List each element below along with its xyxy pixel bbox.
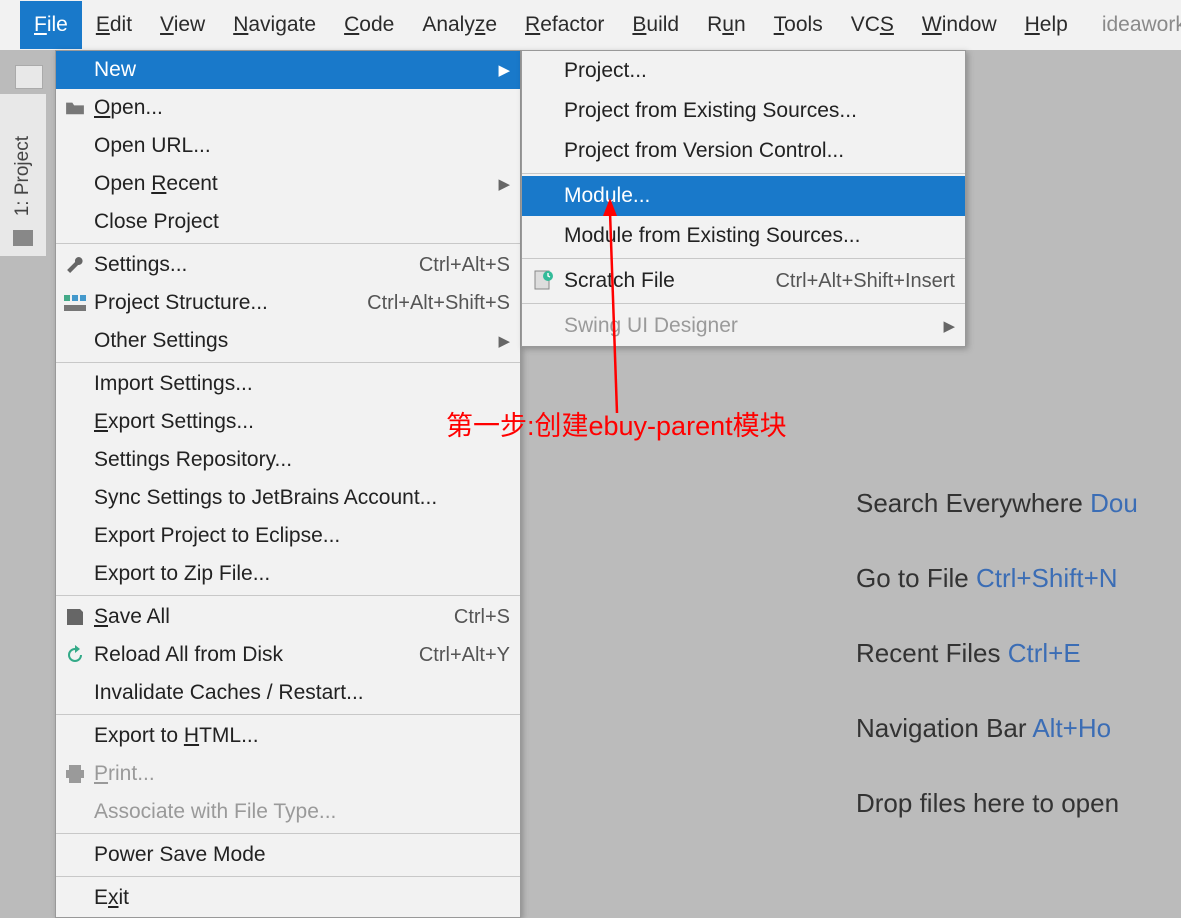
menu-sync-settings[interactable]: Sync Settings to JetBrains Account...: [56, 479, 520, 517]
separator: [56, 362, 520, 363]
menu-print: Print...: [56, 755, 520, 793]
menu-new[interactable]: New▶: [56, 51, 520, 89]
chevron-right-icon: ▶: [498, 61, 510, 79]
separator: [522, 173, 965, 174]
menu-view[interactable]: View: [146, 1, 219, 49]
annotation-text: 第一步:创建ebuy-parent模块: [446, 404, 787, 443]
separator: [56, 876, 520, 877]
submenu-scratch[interactable]: Scratch FileCtrl+Alt+Shift+Insert: [522, 261, 965, 301]
menu-open-recent[interactable]: Open Recent▶: [56, 165, 520, 203]
menu-save-all[interactable]: Save AllCtrl+S: [56, 598, 520, 636]
menu-close-project[interactable]: Close Project: [56, 203, 520, 241]
scratch-file-icon: [532, 270, 554, 292]
folder-open-icon: [64, 100, 86, 116]
tool-window-stripe: 1: Project: [0, 94, 46, 256]
project-structure-icon: [64, 295, 86, 311]
tip-search-everywhere: Search Everywhere Dou: [856, 488, 1138, 519]
menu-export-eclipse[interactable]: Export Project to Eclipse...: [56, 517, 520, 555]
tip-nav-bar: Navigation Bar Alt+Ho: [856, 713, 1138, 744]
menu-import-settings[interactable]: Import Settings...: [56, 365, 520, 403]
chevron-right-icon: ▶: [498, 332, 510, 350]
menu-analyze[interactable]: Analyze: [408, 1, 511, 49]
menu-open[interactable]: Open...: [56, 89, 520, 127]
tip-goto-file: Go to File Ctrl+Shift+N: [856, 563, 1138, 594]
menu-open-url[interactable]: Open URL...: [56, 127, 520, 165]
reload-icon: [65, 645, 85, 665]
menu-edit[interactable]: Edit: [82, 1, 146, 49]
menu-power-save[interactable]: Power Save Mode: [56, 836, 520, 874]
menu-exit[interactable]: Exit: [56, 879, 520, 917]
separator: [56, 243, 520, 244]
menu-build[interactable]: Build: [618, 1, 693, 49]
menu-window[interactable]: Window: [908, 1, 1011, 49]
project-name: ideawork: [1102, 13, 1181, 37]
submenu-project-vcs[interactable]: Project from Version Control...: [522, 131, 965, 171]
separator: [522, 258, 965, 259]
chevron-right-icon: ▶: [943, 317, 955, 335]
welcome-tips: Search Everywhere Dou Go to File Ctrl+Sh…: [856, 488, 1138, 863]
separator: [56, 714, 520, 715]
menu-file[interactable]: File: [20, 1, 82, 49]
menu-navigate[interactable]: Navigate: [219, 1, 330, 49]
menu-settings-repo[interactable]: Settings Repository...: [56, 441, 520, 479]
submenu-project[interactable]: Project...: [522, 51, 965, 91]
file-dropdown-menu: New▶ Open... Open URL... Open Recent▶ Cl…: [55, 50, 521, 918]
submenu-project-existing[interactable]: Project from Existing Sources...: [522, 91, 965, 131]
folder-icon: [13, 230, 33, 246]
print-icon: [65, 765, 85, 783]
project-tool-button[interactable]: 1: Project: [12, 130, 34, 222]
menu-tools[interactable]: Tools: [760, 1, 837, 49]
toolbar-toggle-icon[interactable]: [15, 65, 43, 89]
save-icon: [65, 607, 85, 627]
chevron-right-icon: ▶: [498, 175, 510, 193]
wrench-icon: [65, 255, 85, 275]
submenu-module-existing[interactable]: Module from Existing Sources...: [522, 216, 965, 256]
separator: [522, 303, 965, 304]
tip-recent-files: Recent Files Ctrl+E: [856, 638, 1138, 669]
main-menubar: File Edit View Navigate Code Analyze Ref…: [0, 0, 1181, 50]
menu-export-html[interactable]: Export to HTML...: [56, 717, 520, 755]
menu-settings[interactable]: Settings...Ctrl+Alt+S: [56, 246, 520, 284]
submenu-swing: Swing UI Designer▶: [522, 306, 965, 346]
menu-project-structure[interactable]: Project Structure...Ctrl+Alt+Shift+S: [56, 284, 520, 322]
menu-associate: Associate with File Type...: [56, 793, 520, 831]
menu-vcs[interactable]: VCS: [837, 1, 908, 49]
menu-refactor[interactable]: Refactor: [511, 1, 618, 49]
menu-run[interactable]: Run: [693, 1, 760, 49]
separator: [56, 595, 520, 596]
submenu-module[interactable]: Module...: [522, 176, 965, 216]
menu-reload[interactable]: Reload All from DiskCtrl+Alt+Y: [56, 636, 520, 674]
menu-invalidate[interactable]: Invalidate Caches / Restart...: [56, 674, 520, 712]
menu-help[interactable]: Help: [1011, 1, 1082, 49]
tip-drop-files: Drop files here to open: [856, 788, 1138, 819]
menu-code[interactable]: Code: [330, 1, 408, 49]
separator: [56, 833, 520, 834]
menu-other-settings[interactable]: Other Settings▶: [56, 322, 520, 360]
new-submenu: Project... Project from Existing Sources…: [521, 50, 966, 347]
menu-export-zip[interactable]: Export to Zip File...: [56, 555, 520, 593]
